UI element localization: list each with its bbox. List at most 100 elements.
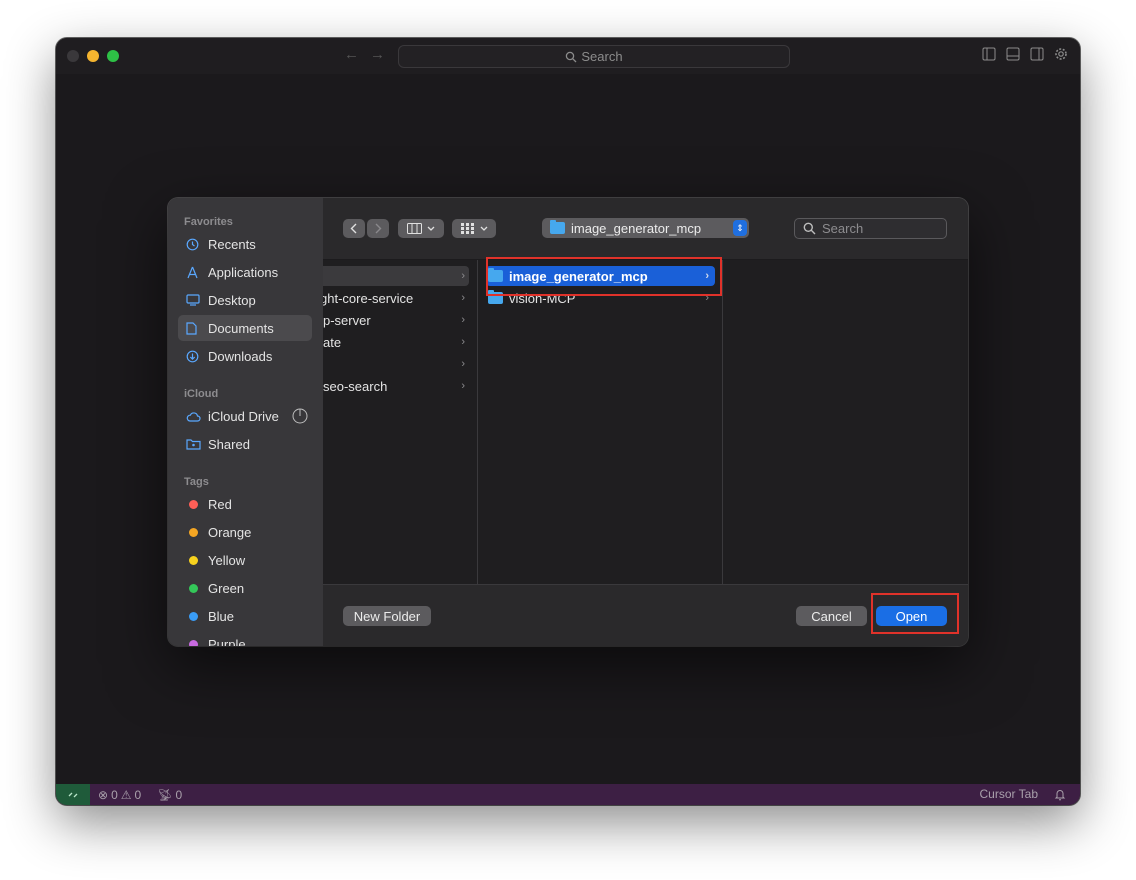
- search-icon: [803, 222, 816, 235]
- dialog-search-field[interactable]: Search: [794, 218, 947, 239]
- chevron-right-icon: ›: [461, 314, 465, 326]
- toggle-primary-sidebar-icon[interactable]: [982, 47, 996, 61]
- forward-arrow-icon[interactable]: →: [370, 46, 385, 63]
- group-by-button[interactable]: [452, 219, 496, 238]
- command-search-bar[interactable]: Search: [398, 45, 790, 68]
- view-mode-button[interactable]: [398, 219, 444, 238]
- sidebar-item-label: Blue: [208, 608, 235, 624]
- sidebar-item-downloads[interactable]: Downloads: [178, 343, 312, 369]
- new-folder-button[interactable]: New Folder: [343, 606, 431, 626]
- chevron-right-icon: ›: [461, 358, 465, 370]
- list-item[interactable]: ›: [323, 266, 469, 286]
- chevron-right-icon: [375, 223, 382, 234]
- sidebar-item-label: Yellow: [208, 552, 246, 568]
- tag-color-dot: [189, 639, 198, 646]
- gear-icon[interactable]: [1054, 47, 1068, 61]
- back-button[interactable]: [343, 219, 365, 238]
- highlight-box: [486, 257, 722, 296]
- sidebar-item-label: Downloads: [208, 348, 273, 364]
- error-icon: ⊗: [98, 787, 109, 802]
- toggle-secondary-sidebar-icon[interactable]: [1030, 47, 1044, 61]
- toggle-panel-icon[interactable]: [1006, 47, 1020, 61]
- sidebar-tag-green[interactable]: Green: [178, 575, 312, 601]
- dialog-sidebar: Favorites Recents Applications Desktop D…: [168, 198, 323, 646]
- sidebar-item-recents[interactable]: Recents: [178, 231, 312, 257]
- tag-color-dot: [189, 583, 198, 593]
- sidebar-item-label: Purple: [208, 636, 246, 647]
- list-item[interactable]: seo-search ›: [323, 376, 469, 396]
- tags-heading: Tags: [184, 476, 209, 488]
- bell-icon[interactable]: [1054, 788, 1066, 801]
- sidebar-tag-orange[interactable]: Orange: [178, 519, 312, 545]
- sidebar-item-label: Applications: [208, 264, 279, 280]
- path-popup-button[interactable]: image_generator_mcp ⇕: [542, 218, 749, 238]
- list-item[interactable]: p-server ›: [323, 310, 469, 330]
- sidebar-tag-purple[interactable]: Purple: [178, 631, 312, 646]
- desktop-icon: [186, 294, 204, 306]
- sidebar-item-label: iCloud Drive: [208, 408, 279, 424]
- ports-count: 0: [175, 787, 183, 802]
- maximize-window-button[interactable]: [107, 50, 119, 62]
- sync-progress-icon: [292, 408, 308, 424]
- sidebar-item-icloud-drive[interactable]: iCloud Drive: [178, 403, 312, 429]
- remote-indicator-button[interactable]: [56, 784, 90, 805]
- sidebar-item-label: Recents: [208, 236, 256, 252]
- warning-icon: ⚠: [120, 787, 132, 802]
- back-arrow-icon[interactable]: ←: [344, 46, 359, 63]
- broadcast-icon: 📡︎: [157, 787, 173, 802]
- search-icon: [566, 51, 577, 62]
- tag-color-dot: [189, 555, 198, 565]
- remote-icon: [68, 792, 78, 797]
- empty-column: [723, 260, 968, 584]
- title-bar: ← → Search: [56, 38, 1080, 74]
- chevron-left-icon: [350, 223, 357, 234]
- list-item[interactable]: ght-core-service ›: [323, 288, 469, 308]
- sidebar-item-label: Green: [208, 580, 245, 596]
- close-window-button[interactable]: [67, 50, 79, 62]
- sidebar-item-applications[interactable]: Applications: [178, 259, 312, 285]
- problems-indicator[interactable]: ⊗ 0 ⚠ 0: [98, 788, 141, 802]
- chevron-down-icon: [480, 226, 487, 231]
- shared-folder-icon: [186, 438, 204, 450]
- ports-indicator[interactable]: 📡︎ 0: [157, 788, 182, 802]
- sidebar-item-label: Documents: [208, 320, 274, 336]
- tag-color-dot: [189, 499, 198, 509]
- sidebar-item-documents[interactable]: Documents: [178, 315, 312, 341]
- tag-color-dot: [189, 611, 198, 621]
- sidebar-item-label: Shared: [208, 436, 250, 452]
- minimize-window-button[interactable]: [87, 50, 99, 62]
- warning-count: 0: [134, 787, 142, 802]
- folder-column: image_generator_mcp › vision-MCP ›: [478, 260, 723, 584]
- sidebar-item-shared[interactable]: Shared: [178, 431, 312, 457]
- list-item[interactable]: ›: [323, 354, 469, 374]
- sidebar-tag-blue[interactable]: Blue: [178, 603, 312, 629]
- chevron-right-icon: ›: [461, 380, 465, 392]
- cloud-icon: [186, 411, 204, 422]
- document-icon: [186, 321, 204, 335]
- list-item[interactable]: ate ›: [323, 332, 469, 352]
- sidebar-item-desktop[interactable]: Desktop: [178, 287, 312, 313]
- sidebar-tag-red[interactable]: Red: [178, 491, 312, 517]
- sidebar-tag-yellow[interactable]: Yellow: [178, 547, 312, 573]
- grid-icon: [460, 223, 474, 234]
- list-item-label: seo-search: [323, 378, 388, 394]
- updown-chevron-icon: ⇕: [733, 220, 747, 236]
- path-popup-label: image_generator_mcp: [571, 220, 702, 236]
- error-count: 0: [111, 787, 118, 802]
- sidebar-item-label: Red: [208, 496, 232, 512]
- cursor-tab-status[interactable]: Cursor Tab: [980, 787, 1038, 801]
- highlight-box: [871, 593, 959, 634]
- download-icon: [186, 350, 204, 363]
- status-bar: ⊗ 0 ⚠ 0 📡︎ 0 Cursor Tab: [56, 784, 1080, 805]
- favorites-heading: Favorites: [184, 216, 233, 228]
- column-browser: › ght-core-service › p-server › ate › › …: [323, 260, 968, 584]
- forward-button[interactable]: [367, 219, 389, 238]
- icloud-heading: iCloud: [184, 388, 219, 400]
- parent-column: › ght-core-service › p-server › ate › › …: [323, 260, 478, 584]
- clock-icon: [186, 238, 204, 251]
- sidebar-item-label: Desktop: [208, 292, 256, 308]
- list-item-label: ght-core-service: [323, 290, 414, 306]
- cancel-button[interactable]: Cancel: [796, 606, 867, 626]
- chevron-right-icon: ›: [461, 270, 465, 282]
- search-placeholder: Search: [822, 221, 864, 236]
